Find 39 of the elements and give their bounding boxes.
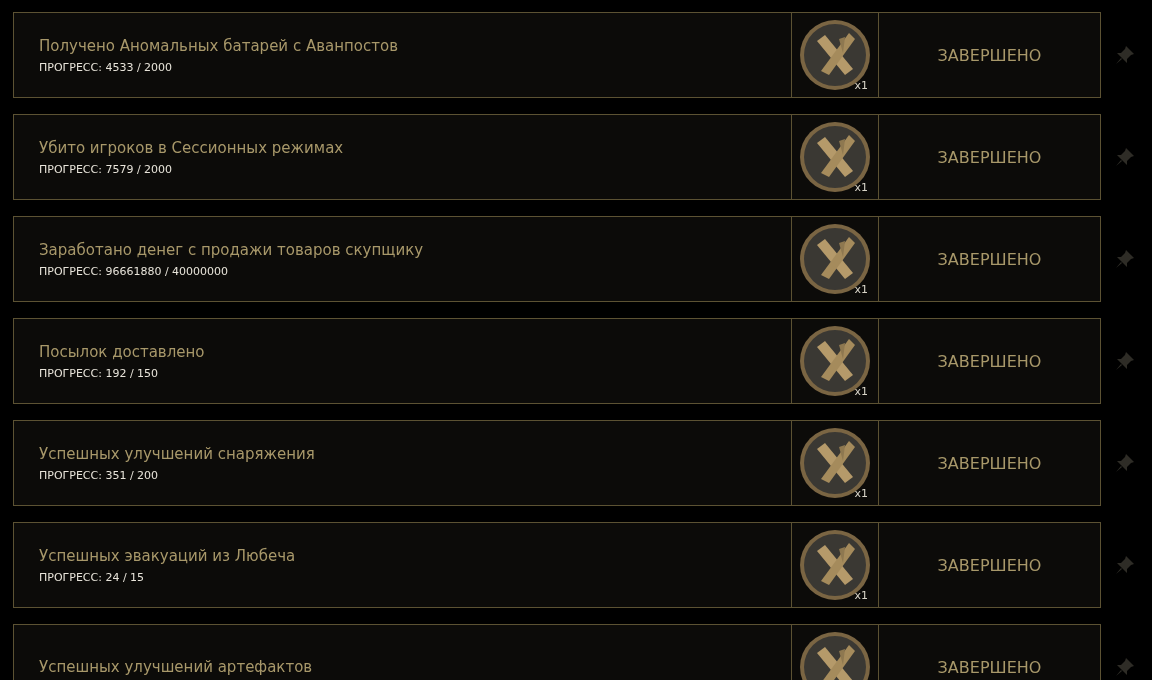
status-text: ЗАВЕРШЕНО — [937, 351, 1042, 371]
progress-text: ПРОГРЕСС: 4533 / 2000 — [39, 60, 174, 74]
progress-text: ПРОГРЕСС: 351 / 200 — [39, 468, 160, 482]
reward-count: x1 — [854, 283, 868, 296]
reward-count: x1 — [854, 79, 868, 92]
pin-icon[interactable] — [1115, 453, 1135, 473]
progress-text: ПРОГРЕСС: 7579 / 2000 — [39, 162, 174, 176]
pin-icon[interactable] — [1115, 555, 1135, 575]
status-text: ЗАВЕРШЕНО — [937, 555, 1042, 575]
status-text: ЗАВЕРШЕНО — [937, 453, 1042, 473]
pin-icon[interactable] — [1115, 351, 1135, 371]
task-title: Успешных улучшений снаряжения — [39, 444, 316, 463]
task-title: Успешных эвакуаций из Любеча — [39, 546, 297, 565]
reward-coin-icon — [799, 19, 871, 91]
reward-coin-icon — [799, 325, 871, 397]
progress-text: ПРОГРЕСС: 24 / 15 — [39, 570, 146, 584]
progress-text: ПРОГРЕСС: 192 / 150 — [39, 366, 160, 380]
pin-icon[interactable] — [1115, 657, 1135, 677]
task-title: Получено Аномальных батарей с Аванпостов — [39, 36, 399, 55]
reward-coin-icon — [799, 121, 871, 193]
task-title: Успешных улучшений артефактов — [39, 658, 314, 676]
reward-coin-icon — [799, 223, 871, 295]
status-text: ЗАВЕРШЕНО — [937, 147, 1042, 167]
reward-count: x1 — [854, 487, 868, 500]
reward-count: x1 — [854, 589, 868, 602]
task-title: Посылок доставлено — [39, 342, 206, 361]
task-title: Заработано денег с продажи товаров скупщику — [39, 240, 425, 259]
pin-icon[interactable] — [1115, 45, 1135, 65]
reward-coin-icon — [799, 427, 871, 499]
status-text: ЗАВЕРШЕНО — [937, 249, 1042, 269]
status-text: ЗАВЕРШЕНО — [937, 657, 1042, 677]
progress-text: ПРОГРЕСС: 96661880 / 40000000 — [39, 264, 230, 278]
pin-icon[interactable] — [1115, 147, 1135, 167]
task-title: Убито игроков в Сессионных режимах — [39, 138, 345, 157]
reward-coin-icon — [799, 529, 871, 601]
status-text: ЗАВЕРШЕНО — [937, 45, 1042, 65]
pin-icon[interactable] — [1115, 249, 1135, 269]
reward-count: x1 — [854, 385, 868, 398]
reward-count: x1 — [854, 181, 868, 194]
